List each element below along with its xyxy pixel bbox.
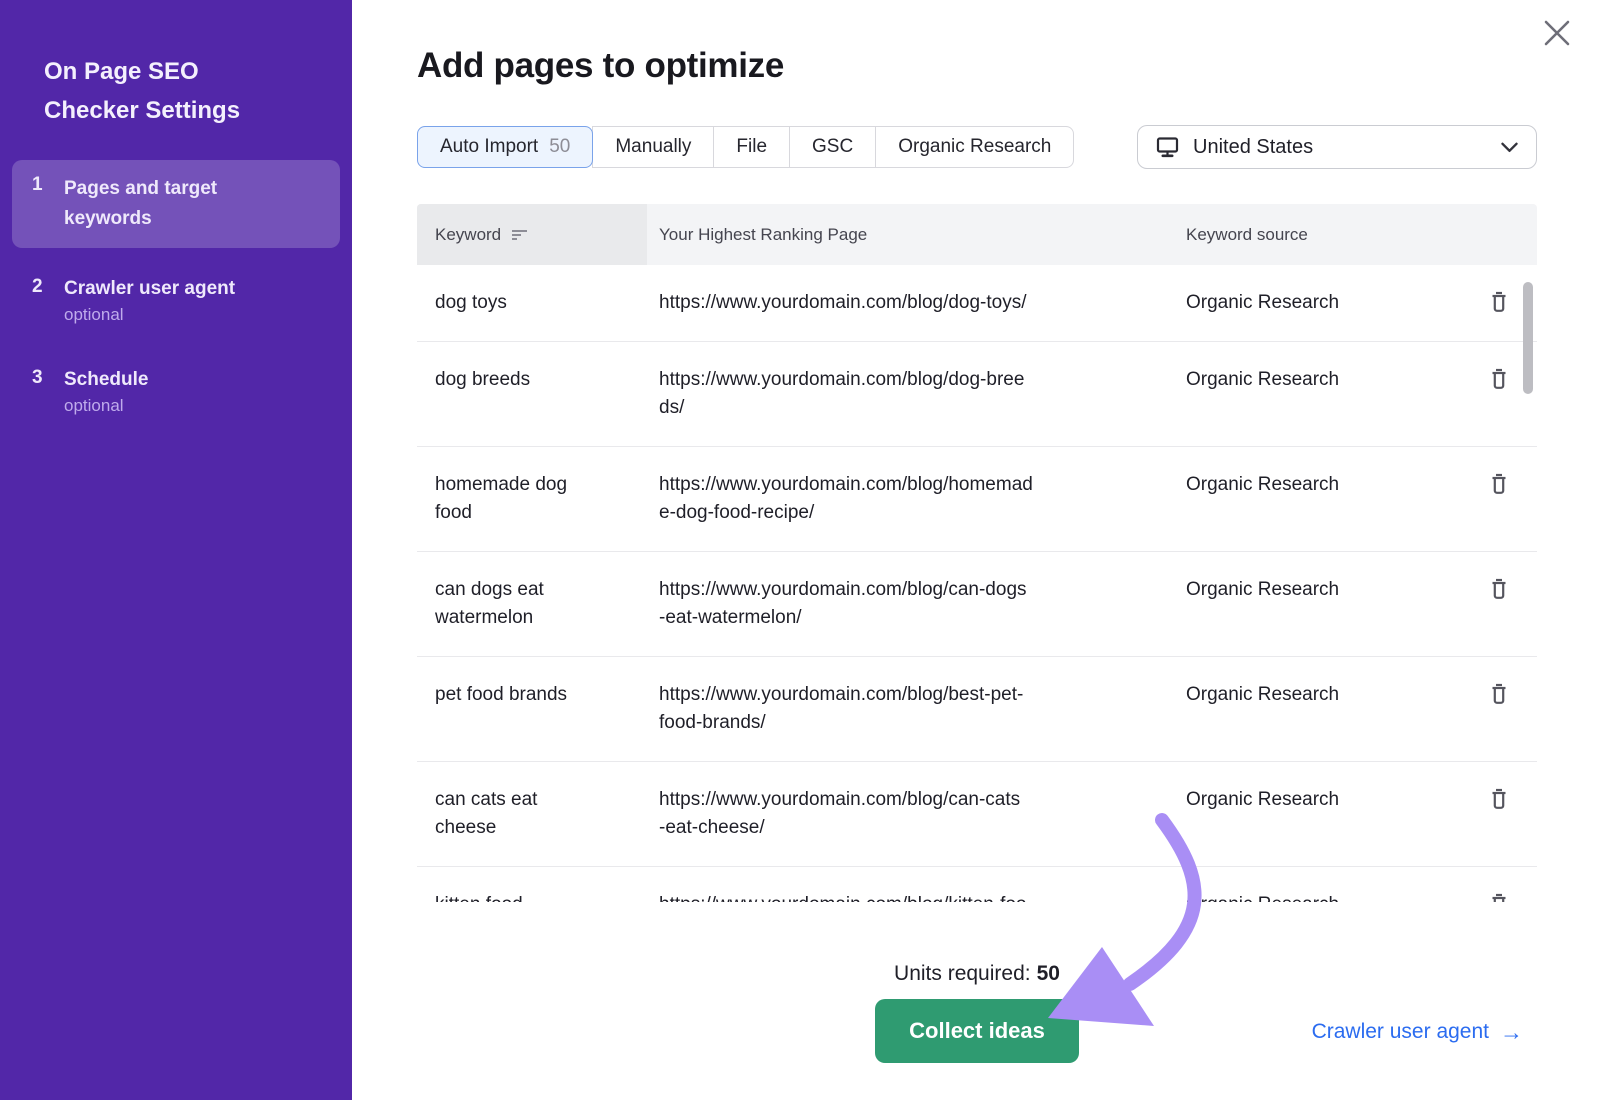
trash-icon [1489,893,1509,902]
units-value: 50 [1037,962,1060,985]
keyword-cell: pet food brands [417,657,647,761]
keyword-cell: can dogs eat watermelon [417,552,647,656]
delete-row-button[interactable] [1489,788,1509,810]
step-number: 3 [32,367,52,416]
tab-label: Organic Research [898,136,1051,158]
step-label: Schedule [64,367,148,393]
link-label: Crawler user agent [1312,1020,1489,1044]
step-number: 2 [32,276,52,325]
keyword-cell: homemade dog food [417,447,647,551]
crawler-user-agent-link[interactable]: Crawler user agent → [1312,1020,1523,1044]
source-cell: Organic Research [1175,342,1460,446]
delete-row-button[interactable] [1489,893,1509,902]
step-optional-label: optional [64,396,148,416]
table-scrollbar[interactable] [1523,282,1533,394]
table-header: Keyword Your Highest Ranking Page Keywor… [417,204,1537,265]
keyword-cell: can cats eat cheese [417,762,647,866]
page-title: Add pages to optimize [417,46,1537,86]
trash-icon [1489,683,1509,705]
delete-row-button[interactable] [1489,473,1509,495]
location-dropdown[interactable]: United States [1137,125,1537,169]
step-text: Crawler user agent optional [64,276,235,325]
import-tabs: Auto Import 50 Manually File GSC Organic… [417,126,1074,168]
keyword-cell: dog breeds [417,342,647,446]
source-cell: Organic Research [1175,762,1460,866]
keyword-cell: dog toys [417,265,647,341]
table-row: homemade dog food https://www.yourdomain… [417,447,1537,552]
table-row: can dogs eat watermelon https://www.your… [417,552,1537,657]
steps-nav: 1 Pages and target keywords 2 Crawler us… [12,160,340,430]
delete-row-button[interactable] [1489,368,1509,390]
url-cell: https://www.yourdomain.com/blog/dog-bree… [647,342,1175,446]
tab-label: GSC [812,136,853,158]
sort-icon [511,229,528,241]
keywords-table: Keyword Your Highest Ranking Page Keywor… [417,204,1537,902]
step-label: Crawler user agent [64,276,235,302]
tab-label: Manually [615,136,691,158]
source-cell: Organic Research [1175,867,1460,902]
keyword-cell: kitten food [417,867,647,902]
url-cell: https://www.yourdomain.com/blog/dog-toys… [647,265,1175,341]
add-pages-panel: Add pages to optimize Auto Import 50 Man… [352,0,1600,1100]
url-cell: https://www.yourdomain.com/blog/can-cats… [647,762,1175,866]
tab-gsc[interactable]: GSC [789,126,876,168]
collect-ideas-button[interactable]: Collect ideas [875,999,1079,1063]
trash-icon [1489,578,1509,600]
footer: Units required: 50 Collect ideas Crawler … [417,962,1537,1063]
step-label: Pages and target keywords [64,174,244,234]
trash-icon [1489,788,1509,810]
column-label: Your Highest Ranking Page [659,225,867,245]
delete-row-button[interactable] [1489,291,1509,313]
step-text: Schedule optional [64,367,148,416]
source-cell: Organic Research [1175,265,1460,341]
table-row: can cats eat cheese https://www.yourdoma… [417,762,1537,867]
source-cell: Organic Research [1175,552,1460,656]
controls-row: Auto Import 50 Manually File GSC Organic… [417,125,1537,169]
trash-icon [1489,368,1509,390]
close-button[interactable] [1538,14,1576,52]
tab-manually[interactable]: Manually [592,126,714,168]
step-schedule[interactable]: 3 Schedule optional [12,353,340,430]
right-arrow-icon: → [1500,1021,1523,1044]
tab-count-badge: 50 [549,136,570,158]
column-header-source: Keyword source [1175,204,1460,265]
table-row: pet food brands https://www.yourdomain.c… [417,657,1537,762]
tab-organic-research[interactable]: Organic Research [875,126,1074,168]
url-cell: https://www.yourdomain.com/blog/best-pet… [647,657,1175,761]
column-label: Keyword source [1186,225,1308,245]
sidebar-title: On Page SEO Checker Settings [44,52,294,130]
column-header-actions [1460,204,1537,265]
tab-label: File [736,136,767,158]
delete-row-button[interactable] [1489,683,1509,705]
chevron-down-icon [1501,142,1518,153]
step-pages-and-keywords[interactable]: 1 Pages and target keywords [12,160,340,248]
monitor-icon [1156,136,1179,158]
settings-sidebar: On Page SEO Checker Settings 1 Pages and… [0,0,352,1100]
units-label: Units required: [894,962,1031,985]
tab-file[interactable]: File [713,126,790,168]
location-value: United States [1193,136,1313,159]
step-crawler-user-agent[interactable]: 2 Crawler user agent optional [12,262,340,339]
delete-row-button[interactable] [1489,578,1509,600]
column-header-keyword[interactable]: Keyword [417,204,647,265]
url-cell: https://www.yourdomain.com/blog/can-dogs… [647,552,1175,656]
source-cell: Organic Research [1175,447,1460,551]
url-cell: https://www.yourdomain.com/blog/kitten-f… [647,867,1175,902]
table-row: dog toys https://www.yourdomain.com/blog… [417,265,1537,342]
url-cell: https://www.yourdomain.com/blog/homemad … [647,447,1175,551]
close-icon [1541,17,1573,49]
column-label: Keyword [435,225,501,245]
units-required: Units required: 50 [894,962,1060,986]
column-header-page: Your Highest Ranking Page [647,204,1175,265]
tab-label: Auto Import [440,136,538,158]
step-optional-label: optional [64,305,235,325]
trash-icon [1489,473,1509,495]
step-number: 1 [32,174,52,234]
table-row: kitten food https://www.yourdomain.com/b… [417,867,1537,902]
table-row: dog breeds https://www.yourdomain.com/bl… [417,342,1537,447]
source-cell: Organic Research [1175,657,1460,761]
trash-icon [1489,291,1509,313]
tab-auto-import[interactable]: Auto Import 50 [417,126,593,168]
